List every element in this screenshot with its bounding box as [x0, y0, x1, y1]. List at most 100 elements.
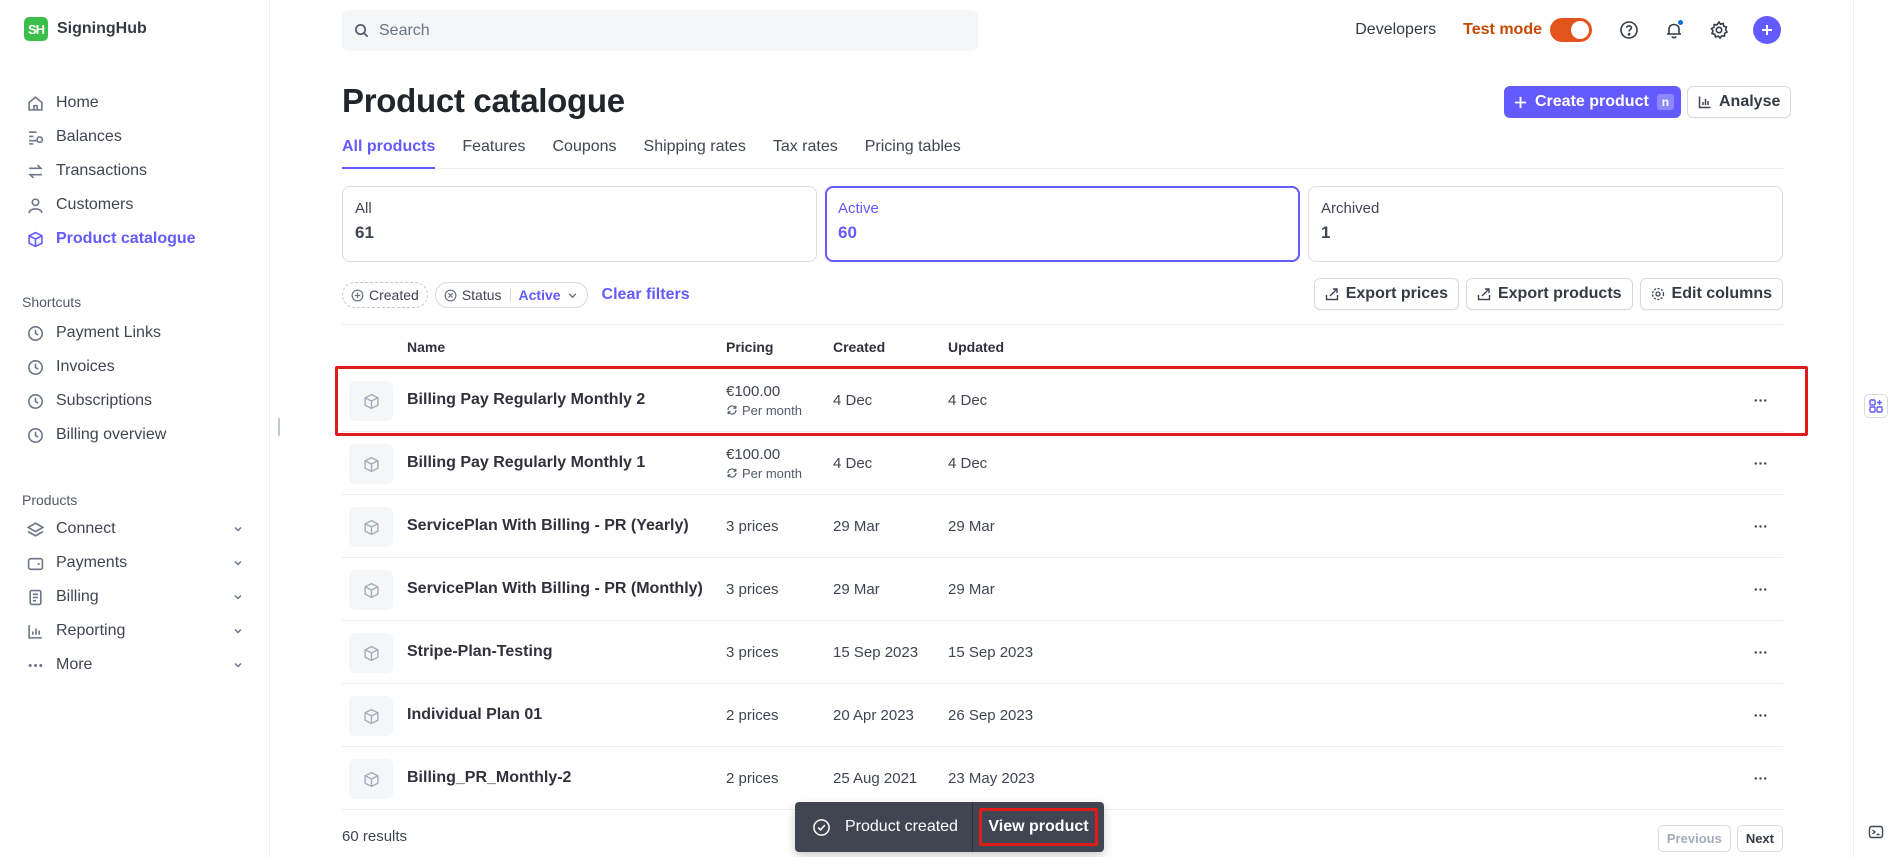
product-updated: 29 Mar: [948, 517, 995, 535]
sidebar-item-home[interactable]: Home: [22, 86, 248, 120]
sidebar-item-invoices[interactable]: Invoices: [22, 350, 248, 384]
wallet-icon: [26, 554, 44, 572]
keyboard-shortcut-badge: n: [1656, 94, 1675, 110]
tab-coupons[interactable]: Coupons: [552, 138, 616, 169]
product-name[interactable]: Billing Pay Regularly Monthly 2: [407, 391, 645, 409]
sidebar-item-billing[interactable]: Billing: [22, 580, 248, 614]
balances-icon: [26, 128, 44, 146]
product-placeholder-icon: [349, 633, 393, 673]
product-name[interactable]: Billing_PR_Monthly-2: [407, 769, 571, 787]
export-icon: [1477, 287, 1491, 301]
tab-all-products[interactable]: All products: [342, 138, 436, 169]
sidebar-item-reporting[interactable]: Reporting: [22, 614, 248, 648]
billing-icon: [26, 588, 44, 606]
row-more-icon[interactable]: [1749, 452, 1771, 474]
product-name[interactable]: Individual Plan 01: [407, 706, 542, 724]
product-placeholder-icon: [349, 570, 393, 610]
table-row[interactable]: Billing_PR_Monthly-2 2 prices 25 Aug 202…: [342, 746, 1783, 809]
tab-pricing-tables[interactable]: Pricing tables: [865, 138, 961, 169]
tab-features[interactable]: Features: [462, 138, 525, 169]
sidebar-item-billing-overview[interactable]: Billing overview: [22, 418, 248, 452]
price-amount: €100.00: [726, 382, 781, 400]
sidebar-item-subscriptions[interactable]: Subscriptions: [22, 384, 248, 418]
table-row[interactable]: Individual Plan 01 2 prices 20 Apr 2023 …: [342, 683, 1783, 746]
table-row[interactable]: ServicePlan With Billing - PR (Yearly) 3…: [342, 494, 1783, 557]
search-input[interactable]: [379, 21, 959, 40]
column-header-pricing[interactable]: Pricing: [726, 339, 773, 355]
status-cards: All 61 Active 60 Archived 1: [342, 186, 1783, 262]
status-card-active[interactable]: Active 60: [825, 186, 1300, 262]
table-row[interactable]: Billing Pay Regularly Monthly 1 €100.00 …: [342, 431, 1783, 494]
create-product-button[interactable]: Create product n: [1504, 86, 1682, 118]
clock-icon: [26, 358, 44, 376]
row-more-icon[interactable]: [1749, 389, 1771, 411]
product-created: 29 Mar: [833, 517, 880, 535]
product-placeholder-icon: [349, 759, 393, 799]
sidebar-resize-handle[interactable]: [278, 418, 280, 436]
apps-icon[interactable]: [1864, 394, 1888, 418]
view-product-button[interactable]: View product: [979, 808, 1098, 846]
sidebar-item-label: Invoices: [56, 358, 115, 375]
next-page-button[interactable]: Next: [1736, 825, 1783, 852]
toast-notification: Product created View product: [795, 802, 1104, 852]
table-header: Name Pricing Created Updated: [342, 324, 1783, 368]
table-row[interactable]: Stripe-Plan-Testing 3 prices 15 Sep 2023…: [342, 620, 1783, 683]
terminal-icon[interactable]: [1864, 820, 1888, 844]
product-name[interactable]: ServicePlan With Billing - PR (Yearly): [407, 517, 689, 535]
chevron-down-icon: [232, 557, 244, 569]
sidebar-item-connect[interactable]: Connect: [22, 512, 248, 546]
analyse-button[interactable]: Analyse: [1687, 86, 1792, 118]
sidebar-item-transactions[interactable]: Transactions: [22, 154, 248, 188]
quick-create-button[interactable]: [1753, 16, 1781, 44]
row-more-icon[interactable]: [1749, 704, 1771, 726]
table-row[interactable]: Billing Pay Regularly Monthly 2 €100.00 …: [335, 366, 1808, 436]
row-more-icon[interactable]: [1749, 641, 1771, 663]
filter-created-chip[interactable]: Created: [342, 282, 428, 308]
sidebar-item-product-catalogue[interactable]: Product catalogue: [22, 222, 248, 256]
sidebar-item-customers[interactable]: Customers: [22, 188, 248, 222]
product-name[interactable]: Stripe-Plan-Testing: [407, 643, 553, 661]
search-bar[interactable]: [342, 10, 978, 51]
column-header-created[interactable]: Created: [833, 339, 885, 355]
table-row[interactable]: ServicePlan With Billing - PR (Monthly) …: [342, 557, 1783, 620]
sidebar-item-more[interactable]: More: [22, 648, 248, 682]
product-created: 20 Apr 2023: [833, 706, 914, 724]
tab-tax-rates[interactable]: Tax rates: [773, 138, 838, 169]
products-table: Name Pricing Created Updated Billing Pay…: [335, 324, 1808, 810]
export-products-button[interactable]: Export products: [1465, 278, 1633, 310]
sidebar-item-payment-links[interactable]: Payment Links: [22, 316, 248, 350]
sidebar-item-label: Balances: [56, 128, 122, 145]
filter-status-chip[interactable]: Status Active: [434, 282, 588, 308]
column-header-name[interactable]: Name: [407, 339, 445, 355]
remove-filter-icon[interactable]: [444, 289, 457, 302]
top-actions: Developers Test mode: [1355, 14, 1781, 46]
row-more-icon[interactable]: [1749, 578, 1771, 600]
status-card-all[interactable]: All 61: [342, 186, 817, 262]
product-updated: 15 Sep 2023: [948, 643, 1034, 661]
sidebar-item-label: Connect: [56, 520, 116, 537]
clear-filters-link[interactable]: Clear filters: [602, 286, 690, 304]
notifications-bell-icon[interactable]: [1663, 19, 1685, 41]
previous-page-button[interactable]: Previous: [1657, 825, 1731, 852]
sidebar-item-payments[interactable]: Payments: [22, 546, 248, 580]
sidebar-item-balances[interactable]: Balances: [22, 120, 248, 154]
settings-gear-icon[interactable]: [1708, 19, 1730, 41]
export-prices-button[interactable]: Export prices: [1313, 278, 1459, 310]
help-icon[interactable]: [1618, 19, 1640, 41]
test-mode-toggle[interactable]: [1550, 18, 1592, 42]
row-more-icon[interactable]: [1749, 767, 1771, 789]
row-more-icon[interactable]: [1749, 515, 1771, 537]
toast-message: Product created: [845, 818, 958, 835]
tab-shipping-rates[interactable]: Shipping rates: [644, 138, 746, 169]
column-header-updated[interactable]: Updated: [948, 339, 1004, 355]
filter-status-value: Active: [518, 287, 561, 303]
sidebar-item-label: More: [56, 656, 93, 673]
edit-columns-button[interactable]: Edit columns: [1639, 278, 1783, 310]
status-card-archived[interactable]: Archived 1: [1308, 186, 1783, 262]
developers-link[interactable]: Developers: [1355, 21, 1436, 39]
chevron-down-icon: [232, 659, 244, 671]
product-name[interactable]: ServicePlan With Billing - PR (Monthly): [407, 580, 703, 598]
brand[interactable]: SH SigningHub: [24, 17, 147, 41]
create-product-label: Create product: [1535, 93, 1649, 110]
product-name[interactable]: Billing Pay Regularly Monthly 1: [407, 454, 645, 472]
